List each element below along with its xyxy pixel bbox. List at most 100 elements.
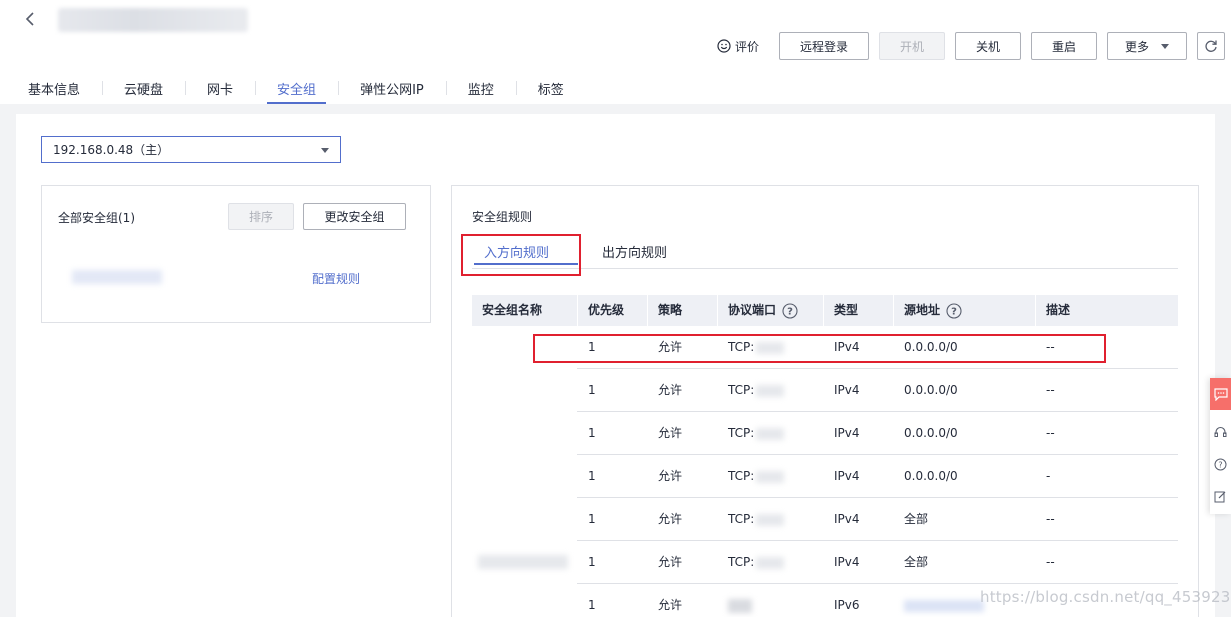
cell-protocol (728, 584, 752, 617)
col-divider (823, 295, 824, 326)
smile-icon (717, 39, 731, 53)
caret-down-icon (321, 148, 329, 153)
caret-down-icon (1161, 43, 1169, 49)
nic-select[interactable]: 192.168.0.48（主） (41, 136, 341, 163)
configure-rules-link[interactable]: 配置规则 (312, 270, 360, 287)
cell-priority: 1 (588, 555, 596, 569)
cell-policy: 允许 (658, 426, 683, 440)
col-divider (717, 295, 718, 326)
col-divider (1035, 295, 1036, 326)
col-header-description: 描述 (1046, 303, 1071, 317)
tab-outbound-rules[interactable]: 出方向规则 (602, 242, 667, 261)
col-header-source: 源地址 ? (904, 295, 962, 326)
port-redacted (756, 513, 785, 526)
tab-label: 网卡 (207, 82, 234, 98)
port-redacted (756, 556, 785, 569)
refresh-button[interactable] (1197, 32, 1225, 60)
tab-security-group[interactable]: 安全组 (255, 72, 338, 104)
col-header-protocol-port: 协议端口 ? (728, 295, 798, 326)
table-row: 1 允许 TCP: IPv4 全部 -- (577, 498, 1178, 541)
protocol-label: TCP: (728, 426, 755, 440)
protocol-label: TCP: (728, 555, 755, 569)
instance-name-redacted (58, 8, 248, 32)
cell-type: IPv6 (834, 598, 860, 612)
protocol-label: TCP: (728, 512, 755, 526)
tab-label: 基本信息 (28, 82, 81, 98)
cell-description: -- (1046, 426, 1055, 440)
svg-text:?: ? (787, 306, 793, 317)
highlight-box-inbound (461, 234, 581, 276)
headset-icon (1214, 426, 1227, 437)
cell-priority: 1 (588, 426, 596, 440)
more-dropdown-button[interactable]: 更多 (1107, 32, 1187, 60)
all-security-groups-label: 全部安全组(1) (58, 211, 135, 225)
tab-elastic-ip[interactable]: 弹性公网IP (338, 72, 446, 104)
rate-link[interactable]: 评价 (717, 38, 759, 55)
table-row: 1 允许 TCP: IPv4 0.0.0.0/0 -- (577, 412, 1178, 455)
rate-label: 评价 (734, 39, 759, 54)
restart-button[interactable]: 重启 (1031, 32, 1097, 60)
security-group-list: 全部安全组(1) 排序 更改安全组 配置规则 (41, 185, 431, 323)
cell-priority: 1 (588, 512, 596, 526)
cell-priority: 1 (588, 469, 596, 483)
cell-type: IPv4 (834, 469, 860, 483)
protocol-label: TCP: (728, 469, 755, 483)
col-header-type: 类型 (834, 303, 859, 317)
cell-priority: 1 (588, 598, 596, 612)
tab-label: 弹性公网IP (360, 82, 424, 98)
cell-protocol: TCP: (728, 412, 785, 455)
feedback-button[interactable] (1210, 484, 1231, 508)
tab-tags[interactable]: 标签 (515, 72, 586, 104)
help-icon[interactable]: ? (946, 302, 962, 319)
cell-description: -- (1046, 512, 1055, 526)
cell-description: -- (1046, 383, 1055, 397)
shutdown-button[interactable]: 关机 (955, 32, 1021, 60)
help-icon[interactable]: ? (782, 302, 798, 319)
change-security-group-button[interactable]: 更改安全组 (303, 203, 406, 230)
tab-basic-info[interactable]: 基本信息 (0, 72, 102, 104)
cell-description: - (1046, 469, 1051, 483)
cell-source: 0.0.0.0/0 (904, 383, 958, 397)
chat-button[interactable] (1210, 378, 1231, 410)
back-arrow-icon[interactable] (22, 10, 40, 28)
edit-icon (1214, 491, 1226, 502)
port-redacted (756, 384, 785, 397)
tab-nic[interactable]: 网卡 (185, 72, 255, 104)
page-header: 评价 远程登录 开机 关机 重启 更多 基本信息 云硬盘 网卡 安全组 弹性公网… (0, 0, 1231, 104)
rules-table-header: 安全组名称 优先级 策略 协议端口 ? 类型 源地址 ? 描述 (472, 295, 1178, 326)
col-header-protocol-port-label: 协议端口 (728, 303, 777, 317)
cell-source (904, 584, 984, 617)
help-button[interactable]: ? (1210, 452, 1231, 476)
col-divider (647, 295, 648, 326)
cell-source: 0.0.0.0/0 (904, 426, 958, 440)
cell-policy: 允许 (658, 512, 683, 526)
cell-policy: 允许 (658, 598, 683, 612)
col-divider (577, 295, 578, 326)
refresh-icon (1205, 40, 1217, 52)
table-row: 1 允许 TCP: IPv4 0.0.0.0/0 -- (577, 369, 1178, 412)
security-group-name-redacted[interactable] (72, 270, 162, 284)
cell-type: IPv4 (834, 426, 860, 440)
tab-monitoring[interactable]: 监控 (445, 72, 516, 104)
cell-protocol: TCP: (728, 369, 785, 412)
more-label: 更多 (1124, 39, 1149, 54)
cell-source: 0.0.0.0/0 (904, 469, 958, 483)
tab-label: 监控 (467, 82, 494, 98)
protocol-label: TCP: (728, 383, 755, 397)
cell-type: IPv4 (834, 383, 860, 397)
rules-title: 安全组规则 (472, 210, 533, 224)
remote-login-button[interactable]: 远程登录 (779, 32, 869, 60)
rules-table: 安全组名称 优先级 策略 协议端口 ? 类型 源地址 ? 描述 1 允许 TCP… (472, 295, 1178, 613)
watermark: https://blog.csdn.net/qq_45392321 (980, 588, 1231, 606)
port-redacted (728, 598, 752, 613)
cell-description: -- (1046, 555, 1055, 569)
detail-tabs: 基本信息 云硬盘 网卡 安全组 弹性公网IP 监控 标签 (0, 72, 586, 104)
port-redacted (756, 470, 785, 483)
cell-source: 全部 (904, 555, 929, 569)
col-divider (893, 295, 894, 326)
customer-service-button[interactable] (1210, 420, 1231, 444)
power-on-button: 开机 (879, 32, 945, 60)
floating-toolbar: ? (1210, 378, 1231, 514)
svg-text:?: ? (1218, 460, 1222, 469)
tab-cloud-disk[interactable]: 云硬盘 (102, 72, 185, 104)
